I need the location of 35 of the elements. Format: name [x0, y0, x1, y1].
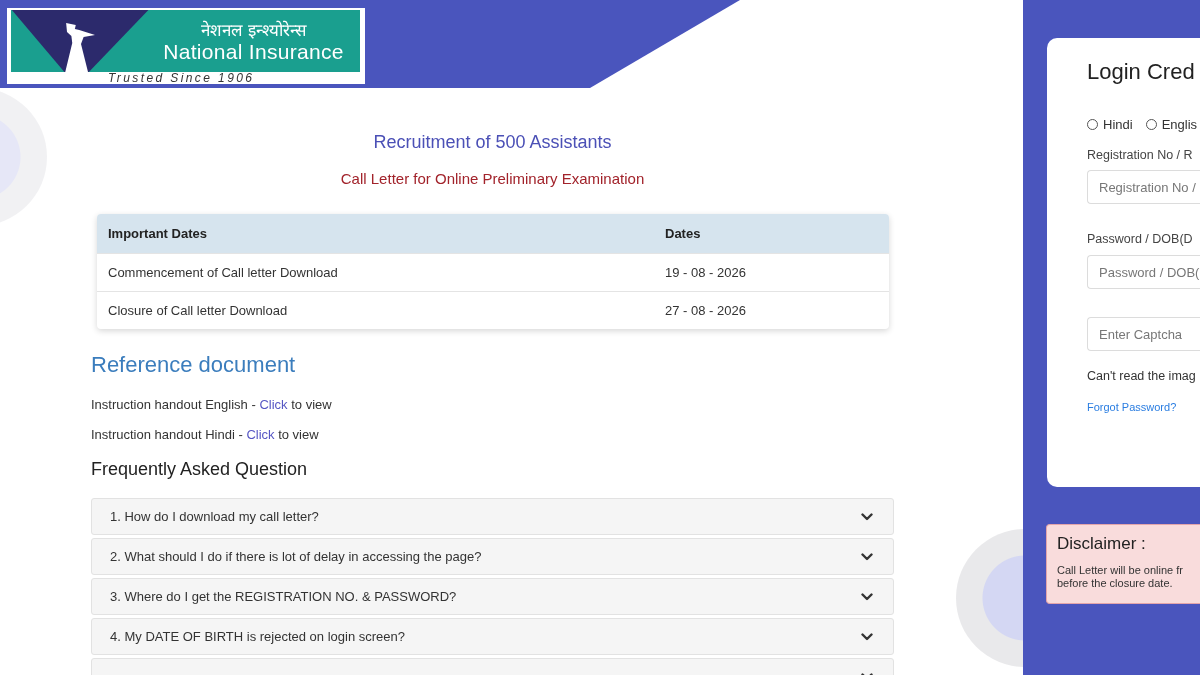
captcha-hint: Can't read the imag [1087, 368, 1196, 384]
input-field[interactable]: Password / DOB( [1087, 255, 1200, 289]
table-cell-text: 27 - 08 - 2026 [664, 303, 747, 318]
faq-item[interactable]: 3. Where do I get the REGISTRATION NO. & PASSWORD? [91, 578, 894, 615]
view-link[interactable]: Click [246, 427, 275, 442]
instruction-text: Instruction handout English - Click to view [91, 396, 332, 414]
section-heading: Frequently Asked Question [91, 458, 308, 480]
section-heading: Reference document [91, 352, 296, 378]
input-field[interactable]: Enter Captcha [1087, 317, 1200, 351]
input-field[interactable]: Registration No / [1087, 170, 1200, 204]
language-option[interactable]: Hindi [1087, 116, 1133, 132]
faq-item[interactable]: 2. What should I do if there is lot of delay in accessing the page? [91, 538, 894, 575]
logo-tagline: Trusted Since 1906 [108, 72, 255, 84]
logo-hindi-text: नेशनल इन्श्योरेन्स [200, 19, 307, 40]
column-header: Important Dates [107, 226, 208, 241]
column-header: Dates [664, 226, 702, 241]
logo-name: National Insurance [163, 39, 344, 63]
language-option[interactable]: Englis [1145, 116, 1198, 132]
field-label: Registration No / R [1087, 147, 1193, 163]
view-link[interactable]: Click [259, 397, 288, 412]
instruction-text: Instruction handout Hindi - Click to view [91, 426, 319, 444]
table-cell-text: Closure of Call letter Download [107, 303, 289, 318]
field-label: Password / DOB(D [1087, 231, 1193, 247]
faq-item[interactable]: 4. My DATE OF BIRTH is rejected on login screen? [91, 618, 894, 655]
disclaimer-text: Call Letter will be online fr before the closure date. [1057, 564, 1183, 590]
faq-item[interactable]: 1. How do I download my call letter? [91, 498, 894, 535]
radio-icon[interactable] [1145, 118, 1157, 130]
card-title: Login Cred [1087, 59, 1195, 85]
forgot-password-link[interactable]: Forgot Password? [1087, 400, 1177, 414]
page-subtitle: Call Letter for Online Preliminary Examination [340, 170, 645, 188]
page-title: Recruitment of 500 Assistants [373, 131, 612, 153]
table-cell-text: 19 - 08 - 2026 [664, 265, 747, 280]
disclaimer-title: Disclaimer : [1057, 533, 1146, 555]
radio-icon[interactable] [1087, 118, 1098, 130]
table-cell-text: Commencement of Call letter Download [107, 265, 339, 280]
